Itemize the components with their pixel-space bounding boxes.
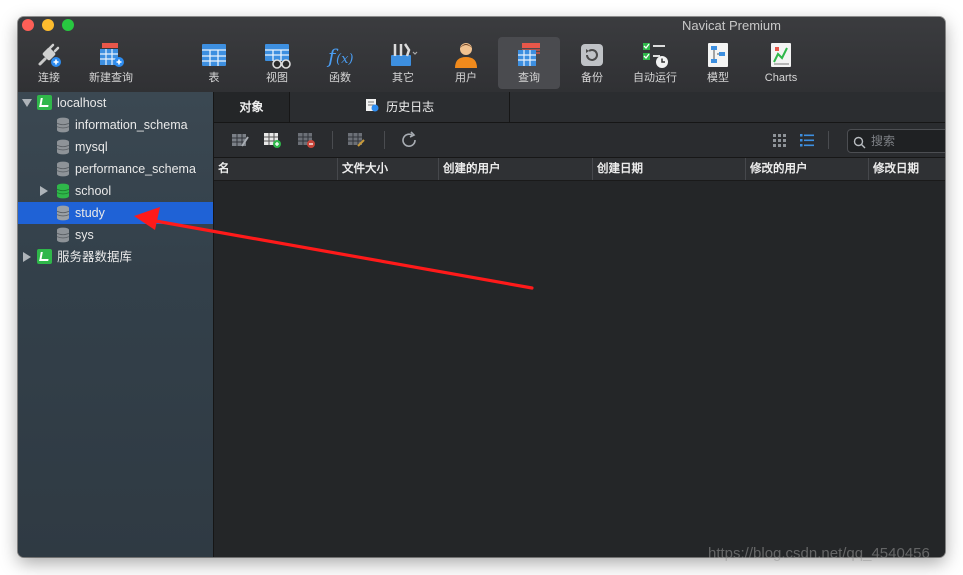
tree-database-mysql[interactable]: mysql	[18, 136, 213, 158]
database-name: study	[75, 206, 105, 220]
database-name: sys	[75, 228, 94, 242]
tree-database-sys[interactable]: sys	[18, 224, 213, 246]
toolbar-label: 其它	[392, 72, 414, 84]
main-toolbar: Navicat Premium 连接 新建查询 表 视图 f (x) 函数 其它…	[18, 17, 945, 93]
database-name: mysql	[75, 140, 108, 154]
tree-database-study[interactable]: study	[18, 202, 213, 224]
import-wizard-icon[interactable]	[346, 131, 366, 149]
tree-database-school[interactable]: school	[18, 180, 213, 202]
toolbar-new-query-button[interactable]: 新建查询	[80, 37, 142, 89]
svg-text:(x): (x)	[336, 52, 353, 67]
query-icon	[514, 40, 544, 70]
delete-table-icon[interactable]	[296, 131, 316, 149]
toolbar-label: Charts	[764, 72, 798, 84]
toolbar-label: 视图	[266, 72, 288, 84]
object-toolbar: 搜索	[214, 123, 945, 158]
column-header-name[interactable]: 名	[214, 158, 337, 180]
connection-name: localhost	[57, 96, 107, 110]
database-inactive-icon	[56, 227, 70, 243]
toolbar-charts-button[interactable]: Charts	[750, 37, 812, 89]
database-name: performance_schema	[75, 162, 196, 176]
history-log-icon	[365, 93, 379, 123]
column-header-created-date[interactable]: 创建日期	[592, 158, 745, 180]
user-icon	[451, 40, 481, 70]
search-input[interactable]: 搜索	[847, 129, 945, 153]
toolbar-connect-button[interactable]: 连接	[18, 37, 80, 89]
window-title: Navicat Premium	[682, 18, 781, 33]
object-list-header: 名 文件大小 创建的用户 创建日期 修改的用户 修改日期	[214, 158, 945, 181]
tab-objects[interactable]: 对象	[214, 92, 290, 122]
design-table-icon[interactable]	[230, 131, 250, 149]
grid-view-icon[interactable]	[770, 131, 790, 149]
function-icon: f (x)	[325, 40, 355, 70]
column-header-file-size[interactable]: 文件大小	[337, 158, 438, 180]
list-view-icon[interactable]	[797, 131, 817, 149]
plug-icon	[34, 40, 64, 70]
toolbar-label: 连接	[38, 72, 60, 84]
disclosure-right-icon[interactable]	[40, 186, 48, 196]
toolbar-view-button[interactable]: 视图	[246, 37, 308, 89]
view-icon	[262, 40, 292, 70]
toolbar-table-button[interactable]: 表	[183, 37, 245, 89]
search-icon	[853, 134, 866, 156]
toolbar-label: 新建查询	[89, 72, 133, 84]
new-table-icon[interactable]	[262, 131, 282, 149]
disclosure-down-icon[interactable]	[22, 99, 32, 107]
tab-label: 历史日志	[386, 100, 435, 114]
toolbar-automation-button[interactable]: 自动运行	[624, 37, 686, 89]
disclosure-right-icon[interactable]	[23, 252, 31, 262]
backup-icon	[577, 40, 607, 70]
connection-name: 服务器数据库	[57, 250, 133, 264]
toolbar-label: 模型	[707, 72, 729, 84]
toolbar-function-button[interactable]: f (x) 函数	[309, 37, 371, 89]
toolbar-separator	[332, 131, 333, 149]
toolbar-label: 用户	[455, 72, 477, 84]
toolbar-label: 查询	[518, 72, 540, 84]
database-inactive-icon	[56, 205, 70, 221]
search-placeholder: 搜索	[871, 134, 896, 148]
toolbar-label: 表	[208, 72, 220, 84]
refresh-icon[interactable]	[400, 131, 420, 149]
database-name: school	[75, 184, 112, 198]
database-active-icon	[56, 183, 70, 199]
database-name: information_schema	[75, 118, 188, 132]
automation-icon	[640, 40, 670, 70]
tree-connection-server-db[interactable]: 服务器数据库	[18, 246, 213, 268]
column-header-modified-date[interactable]: 修改日期	[868, 158, 945, 180]
tree-connection-localhost[interactable]: localhost	[18, 92, 213, 114]
connection-icon	[37, 95, 52, 110]
database-inactive-icon	[56, 117, 70, 133]
tree-database-information-schema[interactable]: information_schema	[18, 114, 213, 136]
database-inactive-icon	[56, 139, 70, 155]
column-header-modified-by[interactable]: 修改的用户	[745, 158, 868, 180]
navicat-window: Navicat Premium 连接 新建查询 表 视图 f (x) 函数 其它…	[18, 17, 945, 557]
connection-icon	[37, 249, 52, 264]
toolbar-label: 函数	[329, 72, 351, 84]
tab-bar: 对象 历史日志	[214, 92, 945, 123]
toolbar-label: 自动运行	[633, 72, 677, 84]
toolbar-separator	[828, 131, 829, 149]
toolbar-label: 备份	[581, 72, 603, 84]
tree-database-performance-schema[interactable]: performance_schema	[18, 158, 213, 180]
column-header-created-by[interactable]: 创建的用户	[438, 158, 592, 180]
toolbar-user-button[interactable]: 用户	[435, 37, 497, 89]
toolbar-model-button[interactable]: 模型	[687, 37, 749, 89]
model-icon	[703, 40, 733, 70]
tab-label: 对象	[239, 100, 264, 114]
database-inactive-icon	[56, 161, 70, 177]
watermark-text: https://blog.csdn.net/qq_4540456	[708, 545, 930, 562]
tab-history-log[interactable]: 历史日志	[290, 92, 510, 122]
toolbar-separator	[384, 131, 385, 149]
connection-sidebar: localhost information_schema mysql perfo…	[18, 92, 214, 557]
charts-icon	[766, 40, 796, 70]
object-list-empty-area	[214, 181, 945, 557]
toolbar-other-button[interactable]: 其它	[372, 37, 434, 89]
toolbar-backup-button[interactable]: 备份	[561, 37, 623, 89]
table-icon	[199, 40, 229, 70]
object-panel: 对象 历史日志 搜索 名 文件大小 创建的用户 创建日期 修改的用户 修改日期	[214, 92, 945, 557]
toolbar-query-button[interactable]: 查询	[498, 37, 560, 89]
new-query-icon	[96, 40, 126, 70]
tools-icon	[388, 40, 418, 70]
